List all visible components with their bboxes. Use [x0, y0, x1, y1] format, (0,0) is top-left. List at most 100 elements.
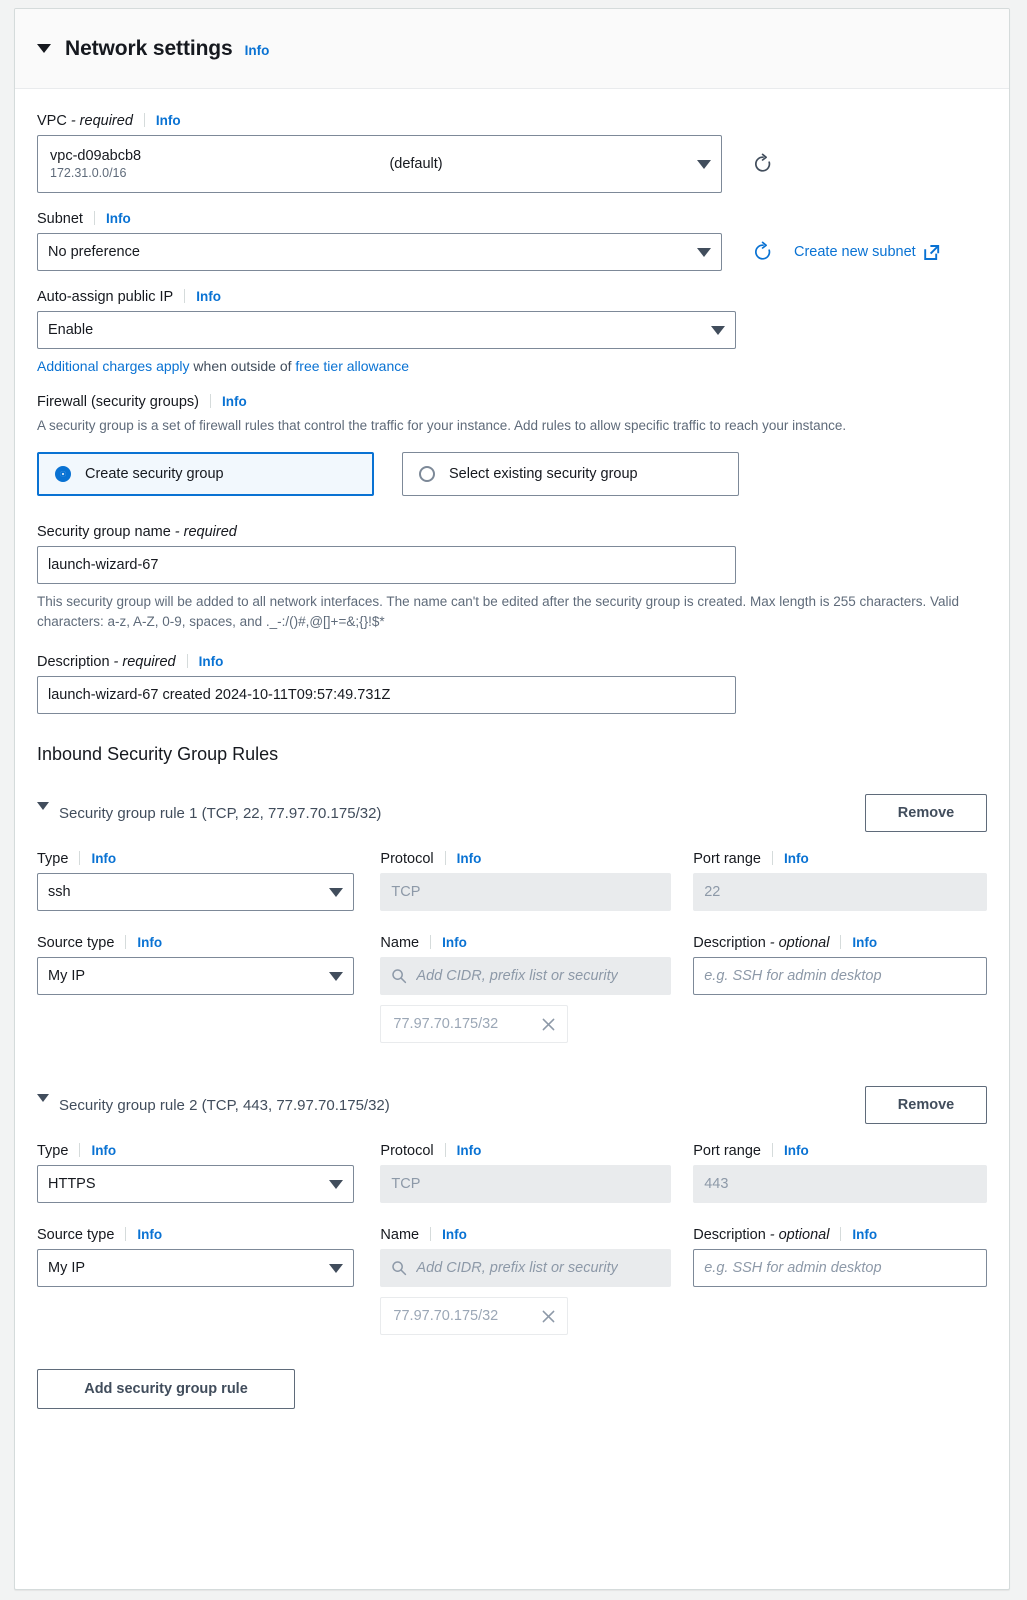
refresh-icon — [755, 153, 771, 172]
label-separator — [444, 851, 446, 865]
caret-down-icon[interactable] — [37, 44, 51, 53]
vpc-select[interactable]: vpc-d09abcb8 172.31.0.0/16 (default) — [37, 135, 722, 193]
rule-type-select[interactable]: HTTPS — [37, 1165, 355, 1203]
rule-name-input[interactable]: Add CIDR, prefix list or security — [380, 1249, 672, 1287]
rule-row-top: Type Info HTTPS Protocol Info TCP Port r… — [37, 1141, 987, 1203]
radio-unselected-icon — [419, 466, 435, 482]
caret-down-icon[interactable] — [37, 1094, 49, 1102]
rule-source-type-select[interactable]: My IP — [37, 957, 355, 995]
vpc-required-suffix: - required — [70, 113, 133, 129]
label-separator — [186, 654, 188, 668]
rule-name-label: Name — [380, 1227, 420, 1243]
rule-description-input[interactable]: e.g. SSH for admin desktop — [693, 1249, 987, 1287]
rule-type-info-link[interactable]: Info — [91, 1143, 116, 1158]
rule-port-range-info-link[interactable]: Info — [784, 1143, 809, 1158]
rule-name-info-link[interactable]: Info — [442, 935, 467, 950]
subnet-label-row: Subnet Info — [37, 209, 987, 227]
rule-type-label-row: Type Info — [37, 849, 354, 867]
remove-rule-button[interactable]: Remove — [865, 1086, 987, 1124]
sg-name-input[interactable]: launch-wizard-67 — [37, 546, 736, 584]
vpc-row: vpc-d09abcb8 172.31.0.0/16 (default) — [37, 135, 987, 193]
network-settings-body: VPC - required Info vpc-d09abcb8 172.31.… — [15, 89, 1009, 1409]
caret-down-icon[interactable] — [37, 802, 49, 810]
page-title: Network settings — [65, 36, 233, 60]
rule-name-field: Name Info Add CIDR, prefix list or secur… — [380, 1225, 672, 1335]
label-separator — [840, 1227, 842, 1241]
radio-tile-create-security-group[interactable]: Create security group — [37, 452, 374, 496]
subnet-refresh-button[interactable] — [750, 239, 776, 265]
auto-assign-ip-select[interactable]: Enable — [37, 311, 736, 349]
rule-description-info-link[interactable]: Info — [852, 935, 877, 950]
create-new-subnet-link[interactable]: Create new subnet — [794, 244, 940, 261]
firewall-label: Firewall (security groups) — [37, 394, 199, 410]
network-settings-header[interactable]: Network settings Info — [15, 9, 1009, 89]
rule-description-optional-suffix: - optional — [769, 935, 830, 951]
header-info-link[interactable]: Info — [245, 43, 270, 58]
firewall-info-link[interactable]: Info — [222, 394, 247, 409]
rule-protocol-label-row: Protocol Info — [380, 1141, 671, 1159]
cidr-token: 77.97.70.175/32 — [380, 1297, 569, 1335]
subnet-info-link[interactable]: Info — [106, 211, 131, 226]
sg-name-label: Security group name — [37, 524, 171, 540]
rule-description-input[interactable]: e.g. SSH for admin desktop — [693, 957, 987, 995]
rule-type-label: Type — [37, 1143, 69, 1159]
free-tier-link[interactable]: free tier allowance — [295, 358, 409, 374]
rule-protocol-input: TCP — [380, 873, 672, 911]
caret-down-icon — [329, 887, 344, 897]
rule-port-range-value: 443 — [704, 1176, 729, 1192]
subnet-row: No preference Create new subnet — [37, 233, 987, 271]
vpc-refresh-button[interactable] — [750, 151, 776, 177]
sg-description-label-row: Description - required Info — [37, 652, 987, 670]
rule-protocol-field: Protocol Info TCP — [380, 849, 672, 911]
rule-description-label-row: Description - optional Info — [693, 933, 987, 951]
rule-source-type-label: Source type — [37, 935, 115, 951]
sg-name-label-row: Security group name - required — [37, 524, 987, 540]
rule-port-range-value: 22 — [704, 884, 721, 900]
remove-rule-button[interactable]: Remove — [865, 794, 987, 832]
rule-protocol-value: TCP — [391, 884, 421, 900]
rule-description-info-link[interactable]: Info — [852, 1227, 877, 1242]
rule-type-select[interactable]: ssh — [37, 873, 355, 911]
sg-description-input[interactable]: launch-wizard-67 created 2024-10-11T09:5… — [37, 676, 736, 714]
rule-description-field: Description - optional Info e.g. SSH for… — [693, 933, 987, 1043]
radio-tile-create-label: Create security group — [85, 466, 224, 482]
rule-port-range-field: Port range Info 443 — [693, 1141, 987, 1203]
rule-protocol-field: Protocol Info TCP — [380, 1141, 672, 1203]
rule-description-field: Description - optional Info e.g. SSH for… — [693, 1225, 987, 1335]
label-separator — [125, 935, 127, 949]
close-icon[interactable] — [540, 1016, 557, 1033]
radio-tile-select-existing-security-group[interactable]: Select existing security group — [402, 452, 739, 496]
rule-type-info-link[interactable]: Info — [91, 851, 116, 866]
subnet-select-value: No preference — [48, 244, 140, 260]
rule-protocol-info-link[interactable]: Info — [457, 1143, 482, 1158]
close-icon[interactable] — [540, 1308, 557, 1325]
rule-description-placeholder: e.g. SSH for admin desktop — [704, 968, 882, 984]
rule-source-type-info-link[interactable]: Info — [137, 1227, 162, 1242]
rule-description-placeholder: e.g. SSH for admin desktop — [704, 1260, 882, 1276]
rule-title: Security group rule 2 (TCP, 443, 77.97.7… — [59, 1096, 390, 1114]
label-separator — [771, 1143, 773, 1157]
rule-protocol-label-row: Protocol Info — [380, 849, 671, 867]
auto-assign-ip-info-link[interactable]: Info — [196, 289, 221, 304]
rule-source-type-info-link[interactable]: Info — [137, 935, 162, 950]
rule-type-field: Type Info HTTPS — [37, 1141, 355, 1203]
rule-name-input[interactable]: Add CIDR, prefix list or security — [380, 957, 672, 995]
rule-port-range-label: Port range — [693, 851, 761, 867]
caret-down-icon — [711, 325, 725, 335]
network-settings-page: Network settings Info VPC - required Inf… — [0, 0, 1027, 1600]
sg-description-info-link[interactable]: Info — [199, 654, 224, 669]
rule-protocol-info-link[interactable]: Info — [457, 851, 482, 866]
caret-down-icon — [329, 1179, 344, 1189]
sg-name-required-suffix: - required — [174, 524, 237, 540]
rule-name-info-link[interactable]: Info — [442, 1227, 467, 1242]
inbound-rules-title: Inbound Security Group Rules — [37, 744, 279, 764]
add-security-group-rule-button[interactable]: Add security group rule — [37, 1369, 295, 1409]
firewall-options: Create security group Select existing se… — [37, 452, 987, 496]
rule-port-range-info-link[interactable]: Info — [784, 851, 809, 866]
vpc-info-link[interactable]: Info — [156, 113, 181, 128]
subnet-select[interactable]: No preference — [37, 233, 722, 271]
rule-name-label-row: Name Info — [380, 1225, 671, 1243]
rule-protocol-input: TCP — [380, 1165, 672, 1203]
additional-charges-link[interactable]: Additional charges apply — [37, 358, 190, 374]
rule-source-type-select[interactable]: My IP — [37, 1249, 355, 1287]
